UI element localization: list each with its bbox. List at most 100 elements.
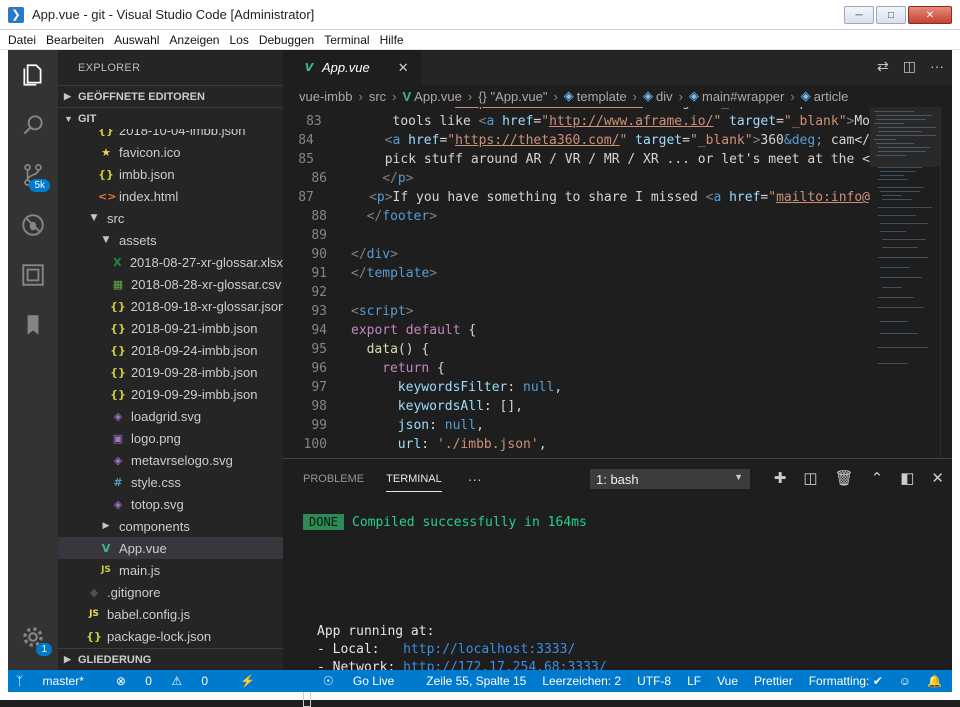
tree-file-2018-08-28-xr-glossar-csv[interactable]: ▦ 2018-08-28-xr-glossar.csv	[58, 273, 283, 295]
terminal-output[interactable]: DONE Compiled successfully in 164ms App …	[283, 499, 952, 707]
outline-section[interactable]: ▶ GLIEDERUNG	[58, 648, 283, 670]
bell-icon[interactable]: 🔔	[927, 674, 942, 688]
menu-debuggen[interactable]: Debuggen	[259, 33, 314, 47]
local-url-link[interactable]: http://localhost:3333/	[403, 642, 575, 657]
new-terminal-icon[interactable]: ✚	[774, 469, 787, 487]
tree-file-imbb-json[interactable]: {} imbb.json	[58, 163, 283, 185]
extensions-activity[interactable]	[8, 250, 58, 300]
breadcrumb-article[interactable]: article	[814, 89, 849, 104]
tree-file-metavrselogo-svg[interactable]: ◈ metavrselogo.svg	[58, 449, 283, 471]
prettier-status[interactable]: Prettier	[754, 674, 793, 688]
explorer-activity[interactable]	[8, 50, 58, 100]
maximize-panel-icon[interactable]: ⌃	[871, 469, 884, 487]
code-editor[interactable]: 82<a href="https://www.metavrse.de/" tar…	[283, 107, 870, 458]
tree-file-totop-svg[interactable]: ◈ totop.svg	[58, 493, 283, 515]
tree-file-logo-png[interactable]: ▣ logo.png	[58, 427, 283, 449]
language-status[interactable]: Vue	[717, 674, 738, 688]
minimize-button[interactable]: ─	[844, 6, 874, 24]
menu-datei[interactable]: Datei	[8, 33, 36, 47]
split-terminal-icon[interactable]: ◫	[803, 469, 817, 487]
tree-file-style-css[interactable]: # style.css	[58, 471, 283, 493]
tree-item-label: 2018-09-24-imbb.json	[131, 342, 258, 358]
chevron-down-icon: ▼	[64, 113, 73, 124]
svg-icon: ◈	[113, 497, 123, 511]
tree-file-main-js[interactable]: JS main.js	[58, 559, 283, 581]
window-titlebar: ❯ App.vue - git - Visual Studio Code [Ad…	[0, 0, 960, 30]
bookmarks-activity[interactable]	[8, 300, 58, 350]
breadcrumb-folder[interactable]: vue-imbb	[299, 89, 352, 104]
panel-more-icon[interactable]: ···	[468, 471, 482, 487]
tree-folder-components[interactable]: ▶ components	[58, 515, 283, 537]
debug-activity[interactable]	[8, 200, 58, 250]
menu-bearbeiten[interactable]: Bearbeiten	[46, 33, 104, 47]
indentation-status[interactable]: Leerzeichen: 2	[542, 674, 621, 688]
tree-file-2019-09-28-imbb-json[interactable]: {} 2019-09-28-imbb.json	[58, 361, 283, 383]
tree-item-label: imbb.json	[119, 166, 175, 182]
split-editor-icon[interactable]: ◫	[903, 58, 916, 75]
tree-file-babel-config-js[interactable]: JS babel.config.js	[58, 603, 283, 625]
tree-file-2018-09-21-imbb-json[interactable]: {} 2018-09-21-imbb.json	[58, 317, 283, 339]
more-actions-icon[interactable]: ···	[930, 58, 944, 75]
menu-auswahl[interactable]: Auswahl	[114, 33, 159, 47]
encoding-status[interactable]: UTF-8	[637, 674, 671, 688]
breadcrumb-file[interactable]: App.vue	[414, 89, 462, 104]
tree-file-2018-09-24-imbb-json[interactable]: {} 2018-09-24-imbb.json	[58, 339, 283, 361]
breadcrumb-template[interactable]: template	[577, 89, 627, 104]
search-activity[interactable]	[8, 100, 58, 150]
tree-file-loadgrid-svg[interactable]: ◈ loadgrid.svg	[58, 405, 283, 427]
tree-file-package-lock-json[interactable]: {} package-lock.json	[58, 625, 283, 647]
tab-app-vue[interactable]: V App.vue ✕	[283, 50, 421, 85]
tree-file-favicon-ico[interactable]: ★ favicon.ico	[58, 141, 283, 163]
tree-folder-src[interactable]: ▼ src	[58, 207, 283, 229]
trash-icon[interactable]: 🗑	[835, 469, 854, 487]
menu-terminal[interactable]: Terminal	[324, 33, 369, 47]
lightning-icon[interactable]: ⚡	[240, 674, 255, 688]
menu-hilfe[interactable]: Hilfe	[380, 33, 404, 47]
golive-status[interactable]: ☉ Go Live	[323, 674, 410, 688]
tree-file-2018-09-18-xr-glossar-json[interactable]: {} 2018-09-18-xr-glossar.json	[58, 295, 283, 317]
menu-los[interactable]: Los	[229, 33, 248, 47]
tab-problems[interactable]: PROBLEME	[303, 459, 364, 499]
maximize-button[interactable]: □	[876, 6, 906, 24]
formatting-status[interactable]: Formatting: ✔	[809, 674, 883, 688]
source-control-activity[interactable]: 5k	[8, 150, 58, 200]
breadcrumb-src[interactable]: src	[369, 89, 386, 104]
close-tab-icon[interactable]: ✕	[398, 60, 409, 76]
tree-file-app-vue[interactable]: V App.vue	[58, 537, 283, 559]
close-window-button[interactable]: ✕	[908, 6, 952, 24]
branch-status[interactable]: ᛉ master*	[16, 674, 100, 688]
terminal-select[interactable]: 1: bash ▼	[590, 469, 750, 489]
settings-activity[interactable]: 1	[8, 612, 58, 662]
tree-item-label: index.html	[119, 188, 179, 204]
tree-folder-assets[interactable]: ▼ assets	[58, 229, 283, 251]
code-line: 97 keywordsFilter: null,	[283, 378, 870, 397]
eol-status[interactable]: LF	[687, 674, 701, 688]
workspace-section[interactable]: ▼ GIT	[58, 107, 283, 129]
menu-anzeigen[interactable]: Anzeigen	[169, 33, 219, 47]
folder-open-icon: ▼	[102, 235, 110, 245]
tree-file--gitignore[interactable]: ◆ .gitignore	[58, 581, 283, 603]
breadcrumb-div[interactable]: div	[656, 89, 673, 104]
tree-file-2018-10-04-imbb-json[interactable]: {} 2018-10-04-imbb.json	[58, 129, 283, 141]
tree-file-index-html[interactable]: <> index.html	[58, 185, 283, 207]
toggle-panel-icon[interactable]: ◧	[900, 469, 914, 487]
tab-terminal[interactable]: TERMINAL	[386, 466, 442, 492]
close-panel-icon[interactable]: ✕	[931, 469, 944, 487]
line-number: 100	[303, 437, 327, 452]
tree-file-2018-08-27-xr-glossar-xlsx[interactable]: X 2018-08-27-xr-glossar.xlsx	[58, 251, 283, 273]
breadcrumb-main[interactable]: main#wrapper	[702, 89, 784, 104]
cursor-position[interactable]: Zeile 55, Spalte 15	[426, 674, 526, 688]
broadcast-icon: ☉	[322, 674, 337, 688]
bookmark-icon	[27, 315, 39, 335]
vue-icon: V	[101, 541, 111, 555]
minimap[interactable]	[870, 107, 940, 458]
tree-file-2019-09-29-imbb-json[interactable]: {} 2019-09-29-imbb.json	[58, 383, 283, 405]
smiley-icon[interactable]: ☺	[899, 674, 911, 688]
open-changes-icon[interactable]: ⇄	[877, 58, 889, 75]
open-editors-section[interactable]: ▶ GEÖFFNETE EDITOREN	[58, 85, 283, 107]
breadcrumb-module[interactable]: {} "App.vue"	[478, 89, 547, 104]
problems-status[interactable]: ⊗ 0 ⚠ 0	[116, 674, 224, 688]
symbol-icon: ◈	[563, 88, 574, 103]
editor-scrollbar[interactable]	[940, 107, 952, 458]
line-number: 94	[311, 323, 327, 338]
